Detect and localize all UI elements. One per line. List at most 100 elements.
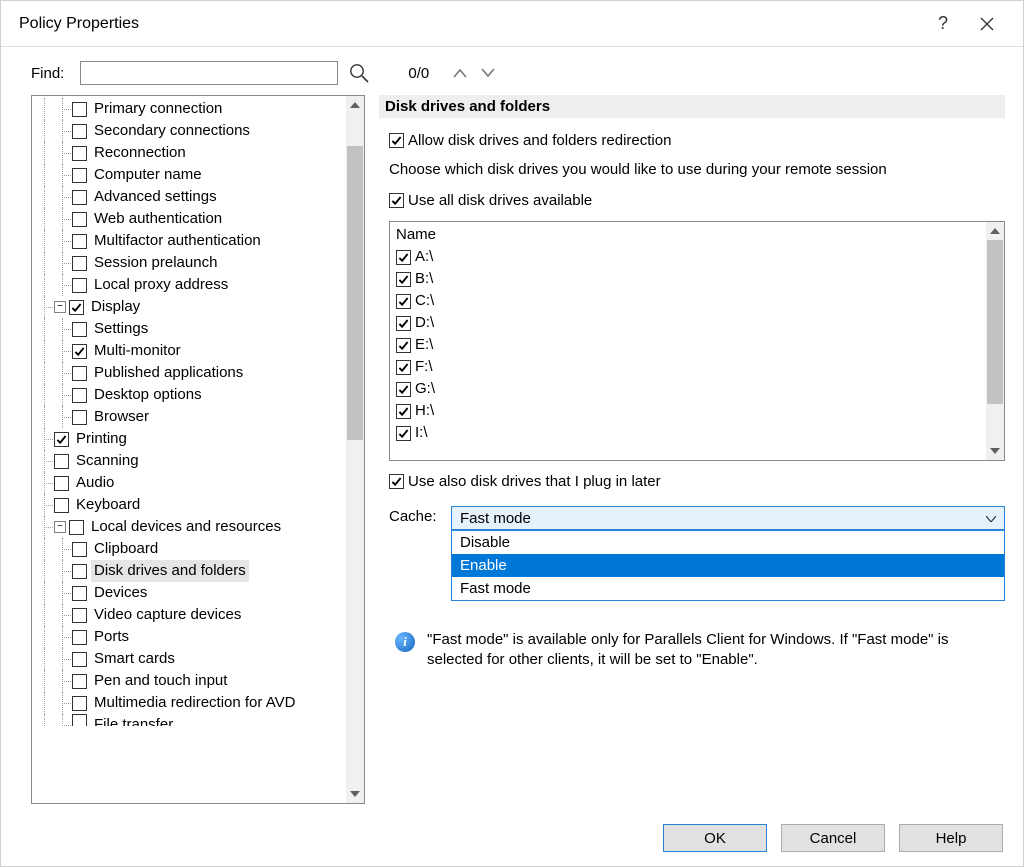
drive-checkbox[interactable] xyxy=(396,272,411,287)
drive-item[interactable]: D:\ xyxy=(394,312,982,334)
tree-item-checkbox[interactable] xyxy=(72,278,87,293)
drives-scrollbar[interactable] xyxy=(986,222,1004,460)
drive-item[interactable]: F:\ xyxy=(394,356,982,378)
scroll-thumb[interactable] xyxy=(347,146,363,440)
tree-item[interactable]: Pen and touch input xyxy=(36,670,346,692)
drive-checkbox[interactable] xyxy=(396,338,411,353)
tree-item-checkbox[interactable] xyxy=(72,714,87,726)
tree-item[interactable]: Session prelaunch xyxy=(36,252,346,274)
drive-item[interactable]: A:\ xyxy=(394,246,982,268)
tree-item[interactable]: Local proxy address xyxy=(36,274,346,296)
tree-item[interactable]: Reconnection xyxy=(36,142,346,164)
tree-item[interactable]: Primary connection xyxy=(36,98,346,120)
drive-checkbox[interactable] xyxy=(396,250,411,265)
tree-item-checkbox[interactable] xyxy=(54,498,69,513)
tree-item-checkbox[interactable] xyxy=(72,586,87,601)
tree-item[interactable]: Devices xyxy=(36,582,346,604)
drive-item[interactable]: I:\ xyxy=(394,422,982,444)
tree-item-checkbox[interactable] xyxy=(72,322,87,337)
collapse-icon[interactable]: − xyxy=(54,301,66,313)
tree-item-checkbox[interactable] xyxy=(54,432,69,447)
tree-item-checkbox[interactable] xyxy=(72,542,87,557)
cache-option[interactable]: Fast mode xyxy=(452,577,1004,600)
tree-item[interactable]: Audio xyxy=(36,472,346,494)
tree-item-checkbox[interactable] xyxy=(72,366,87,381)
tree-item[interactable]: Printing xyxy=(36,428,346,450)
tree-item[interactable]: Multifactor authentication xyxy=(36,230,346,252)
tree-item[interactable]: Keyboard xyxy=(36,494,346,516)
chevron-down-icon[interactable] xyxy=(346,785,364,803)
tree-item[interactable]: Disk drives and folders xyxy=(36,560,346,582)
chevron-up-icon[interactable] xyxy=(986,222,1004,240)
drive-checkbox[interactable] xyxy=(396,426,411,441)
tree-item[interactable]: Clipboard xyxy=(36,538,346,560)
cache-option[interactable]: Enable xyxy=(452,554,1004,577)
chevron-down-icon[interactable] xyxy=(986,442,1004,460)
tree-item[interactable]: Advanced settings xyxy=(36,186,346,208)
tree-item-checkbox[interactable] xyxy=(72,388,87,403)
tree-item-checkbox[interactable] xyxy=(72,190,87,205)
tree-item[interactable]: Ports xyxy=(36,626,346,648)
tree-item-checkbox[interactable] xyxy=(72,168,87,183)
tree-scrollbar[interactable] xyxy=(346,96,364,803)
tree-item[interactable]: Smart cards xyxy=(36,648,346,670)
find-prev-button[interactable] xyxy=(449,64,471,82)
tree-item[interactable]: Video capture devices xyxy=(36,604,346,626)
tree-item-checkbox[interactable] xyxy=(72,674,87,689)
cache-option[interactable]: Disable xyxy=(452,531,1004,554)
drive-item[interactable]: H:\ xyxy=(394,400,982,422)
tree-item-checkbox[interactable] xyxy=(54,476,69,491)
tree-item[interactable]: −Local devices and resources xyxy=(36,516,346,538)
drive-item[interactable]: C:\ xyxy=(394,290,982,312)
tree-item-checkbox[interactable] xyxy=(72,234,87,249)
help-button[interactable]: Help xyxy=(899,824,1003,852)
cache-dropdown-list[interactable]: DisableEnableFast mode xyxy=(451,530,1005,601)
close-button[interactable] xyxy=(965,1,1009,46)
tree-item[interactable]: Settings xyxy=(36,318,346,340)
tree-item-checkbox[interactable] xyxy=(72,124,87,139)
use-all-drives-checkbox[interactable]: Use all disk drives available xyxy=(389,192,1005,209)
find-next-button[interactable] xyxy=(477,64,499,82)
cancel-button[interactable]: Cancel xyxy=(781,824,885,852)
drive-item[interactable]: B:\ xyxy=(394,268,982,290)
use-later-drives-checkbox[interactable]: Use also disk drives that I plug in late… xyxy=(389,473,1005,490)
cache-combobox[interactable]: Fast mode DisableEnableFast mode xyxy=(451,506,1005,530)
tree-item-checkbox[interactable] xyxy=(54,454,69,469)
drive-checkbox[interactable] xyxy=(396,382,411,397)
scroll-thumb[interactable] xyxy=(987,240,1003,404)
find-input[interactable] xyxy=(80,61,338,85)
tree-item[interactable]: Desktop options xyxy=(36,384,346,406)
allow-redirection-checkbox[interactable]: Allow disk drives and folders redirectio… xyxy=(389,132,1005,149)
tree-item[interactable]: Multimedia redirection for AVD xyxy=(36,692,346,714)
tree-item[interactable]: Browser xyxy=(36,406,346,428)
tree-item-checkbox[interactable] xyxy=(72,102,87,117)
tree-item-checkbox[interactable] xyxy=(72,608,87,623)
drive-item[interactable]: E:\ xyxy=(394,334,982,356)
tree-item[interactable]: Computer name xyxy=(36,164,346,186)
tree-item[interactable]: −Display xyxy=(36,296,346,318)
chevron-up-icon[interactable] xyxy=(346,96,364,114)
tree-item-checkbox[interactable] xyxy=(72,564,87,579)
tree-item[interactable]: Web authentication xyxy=(36,208,346,230)
tree-item-checkbox[interactable] xyxy=(69,520,84,535)
search-icon[interactable] xyxy=(348,62,370,84)
tree-item[interactable]: Published applications xyxy=(36,362,346,384)
drives-listbox[interactable]: Name A:\B:\C:\D:\E:\F:\G:\H:\I:\ xyxy=(389,221,1005,461)
drive-item[interactable]: G:\ xyxy=(394,378,982,400)
drive-checkbox[interactable] xyxy=(396,316,411,331)
tree-item[interactable]: File transfer xyxy=(36,714,346,726)
drive-checkbox[interactable] xyxy=(396,360,411,375)
help-button[interactable]: ? xyxy=(921,1,965,46)
tree-item[interactable]: Secondary connections xyxy=(36,120,346,142)
tree-item-checkbox[interactable] xyxy=(72,652,87,667)
tree-item-checkbox[interactable] xyxy=(72,344,87,359)
policy-tree[interactable]: Primary connectionSecondary connectionsR… xyxy=(31,95,365,804)
tree-item[interactable]: Multi-monitor xyxy=(36,340,346,362)
ok-button[interactable]: OK xyxy=(663,824,767,852)
collapse-icon[interactable]: − xyxy=(54,521,66,533)
drive-checkbox[interactable] xyxy=(396,404,411,419)
tree-item[interactable]: Scanning xyxy=(36,450,346,472)
tree-item-checkbox[interactable] xyxy=(72,696,87,711)
drive-checkbox[interactable] xyxy=(396,294,411,309)
tree-item-checkbox[interactable] xyxy=(69,300,84,315)
